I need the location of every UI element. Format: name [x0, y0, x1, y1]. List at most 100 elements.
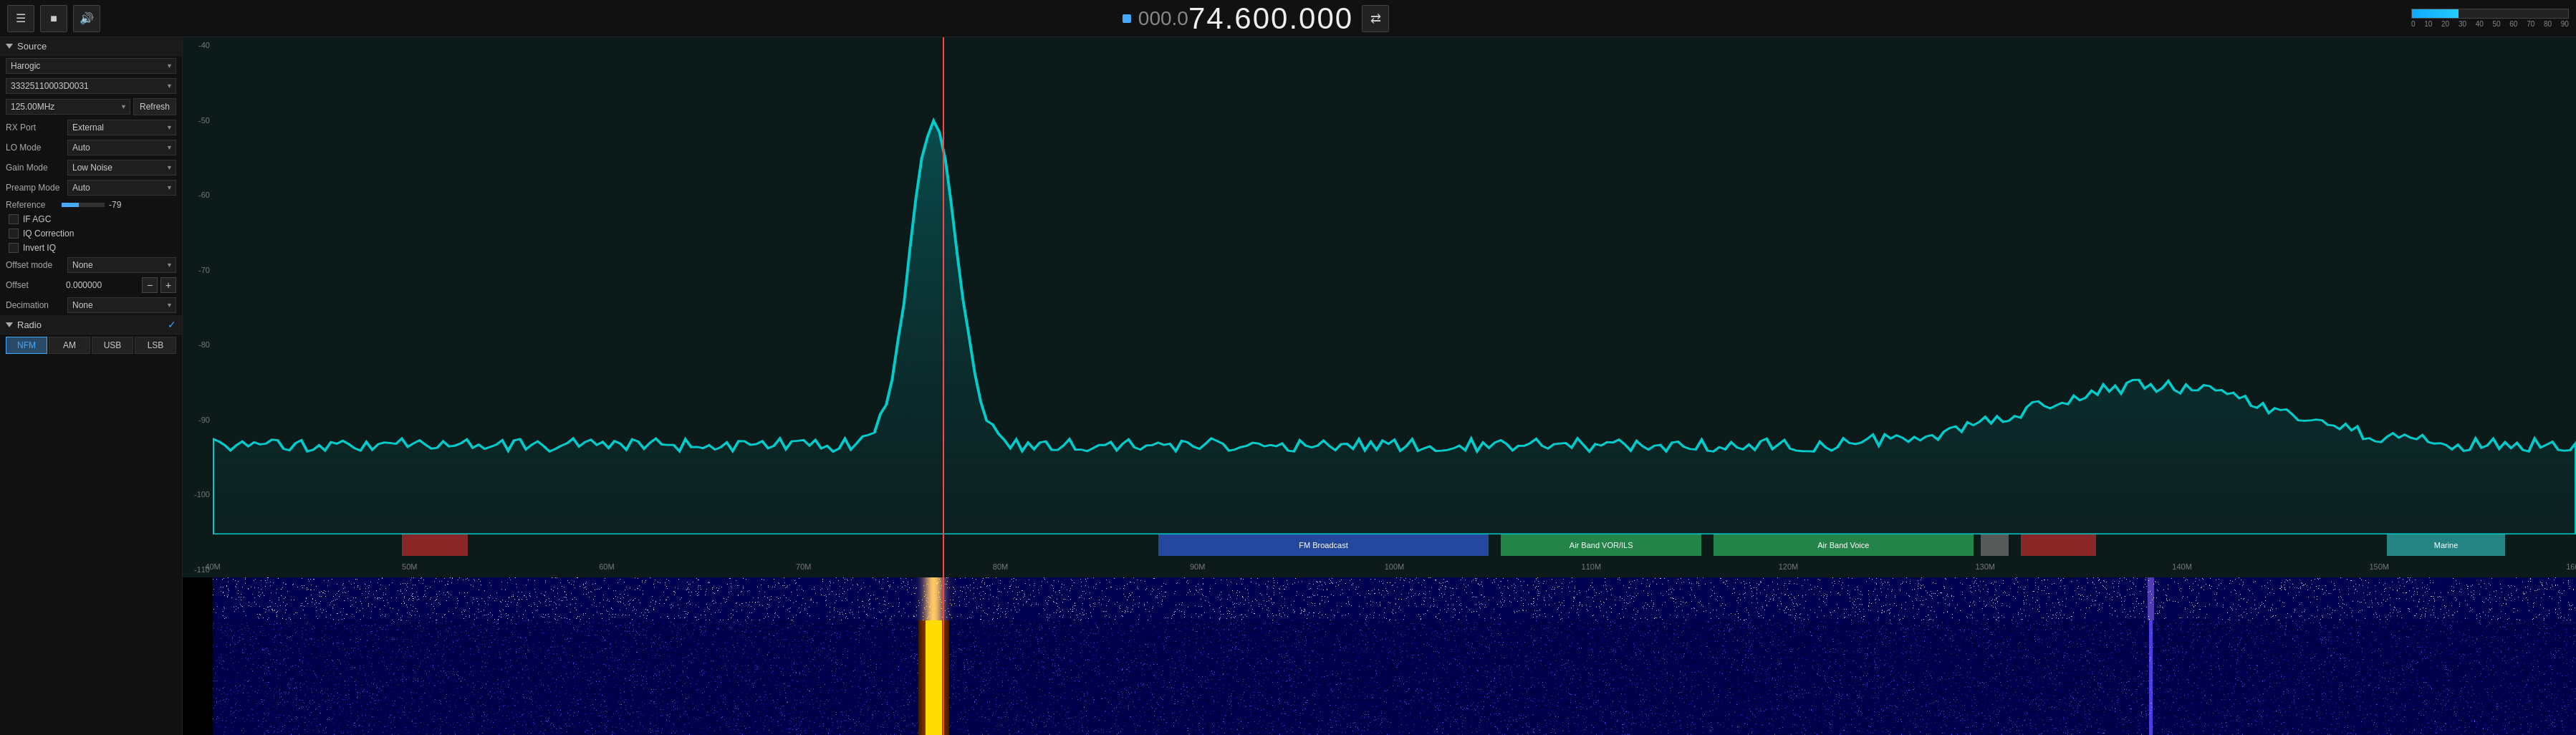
device-select[interactable]: Harogic: [6, 58, 176, 74]
mode-usb-button[interactable]: USB: [92, 337, 133, 354]
radio-collapse-icon: [6, 322, 13, 327]
iq-correction-row[interactable]: IQ Correction: [0, 226, 182, 241]
preamp-row: Preamp Mode Auto: [0, 178, 182, 198]
mode-nfm-button[interactable]: NFM: [6, 337, 47, 354]
band-air-vor-ils[interactable]: Air Band VOR/ILS: [1501, 534, 1701, 556]
source-section-header[interactable]: Source: [0, 37, 182, 56]
serial-row: 33325110003D0031: [0, 76, 182, 96]
x-label-150m: 150M: [2369, 562, 2389, 571]
gain-mode-label: Gain Mode: [6, 163, 63, 173]
x-label-120m: 120M: [1779, 562, 1799, 571]
snr-label-90: 90: [2561, 20, 2569, 28]
y-label-80: -80: [183, 340, 213, 349]
y-label-100: -100: [183, 490, 213, 499]
rx-port-select-wrapper[interactable]: External: [67, 120, 176, 135]
mode-lsb-button[interactable]: LSB: [135, 337, 176, 354]
x-label-100m: 100M: [1385, 562, 1405, 571]
serial-select[interactable]: 33325110003D0031: [6, 78, 176, 94]
snr-fill: [2412, 9, 2459, 18]
gain-mode-select[interactable]: Low Noise: [67, 160, 176, 176]
rx-port-label: RX Port: [6, 123, 63, 133]
offset-value: 0.000000: [66, 280, 139, 290]
spectrum-svg-container: [213, 37, 2576, 534]
band-marine[interactable]: Marine: [2387, 534, 2505, 556]
lo-mode-select[interactable]: Auto: [67, 140, 176, 155]
invert-iq-row[interactable]: Invert IQ: [0, 241, 182, 255]
snr-label-20: 20: [2441, 20, 2449, 28]
decimation-label: Decimation: [6, 300, 63, 310]
x-label-60m: 60M: [599, 562, 614, 571]
offset-mode-label: Offset mode: [6, 260, 63, 270]
offset-mode-row: Offset mode None: [0, 255, 182, 275]
waterfall-strip-2[interactable]: [183, 620, 2576, 735]
mode-am-button[interactable]: AM: [49, 337, 90, 354]
waterfall-tuner-line-1: [943, 577, 944, 620]
band-unknown-2[interactable]: [2021, 534, 2097, 556]
source-collapse-icon: [6, 44, 13, 49]
snr-label-70: 70: [2527, 20, 2534, 28]
y-label-50: -50: [183, 116, 213, 125]
snr-section: 0 10 20 30 40 50 60 70 80 90: [2411, 9, 2569, 28]
band-gray-1[interactable]: [1981, 534, 2009, 556]
if-agc-row[interactable]: IF AGC: [0, 212, 182, 226]
lo-mode-row: LO Mode Auto: [0, 138, 182, 158]
gain-mode-select-wrapper[interactable]: Low Noise: [67, 160, 176, 176]
x-label-90m: 90M: [1190, 562, 1205, 571]
reference-slider[interactable]: [62, 203, 105, 207]
freq-main[interactable]: 74.600.000: [1188, 1, 1353, 36]
freq-prefix: 000.0: [1138, 7, 1188, 30]
stop-button[interactable]: ■: [40, 5, 67, 32]
offset-plus-button[interactable]: +: [160, 277, 176, 293]
decimation-select[interactable]: None: [67, 297, 176, 313]
device-select-wrapper[interactable]: Harogic: [6, 58, 176, 74]
waterfall-strip-1[interactable]: [183, 577, 2576, 620]
invert-iq-checkbox[interactable]: [9, 243, 19, 253]
top-bar: ☰ ■ 🔊 000.0 74.600.000 ⇄ 0 10 20 30 40 5…: [0, 0, 2576, 37]
band-unknown-1[interactable]: [402, 534, 468, 556]
x-label-50m: 50M: [402, 562, 417, 571]
freq-row: 125.00MHz Refresh: [0, 96, 182, 117]
reference-label: Reference: [6, 200, 57, 210]
spectrum-panel[interactable]: -40 -50 -60 -70 -80 -90 -100 -110: [183, 37, 2576, 577]
reference-value: -79: [109, 200, 130, 210]
snr-label-60: 60: [2509, 20, 2517, 28]
x-label-40m: 40M: [205, 562, 220, 571]
preamp-select-wrapper[interactable]: Auto: [67, 180, 176, 196]
iq-correction-label: IQ Correction: [23, 229, 74, 239]
reference-row: Reference -79: [0, 198, 182, 212]
menu-button[interactable]: ☰: [7, 5, 34, 32]
audio-button[interactable]: 🔊: [73, 5, 100, 32]
band-air-voice[interactable]: Air Band Voice: [1714, 534, 1974, 556]
radio-section-header[interactable]: Radio ✓: [0, 315, 182, 335]
refresh-button[interactable]: Refresh: [133, 98, 176, 115]
lo-mode-select-wrapper[interactable]: Auto: [67, 140, 176, 155]
rx-port-row: RX Port External: [0, 117, 182, 138]
decimation-row: Decimation None: [0, 295, 182, 315]
spectrum-area: -40 -50 -60 -70 -80 -90 -100 -110: [183, 37, 2576, 735]
offset-mode-select-wrapper[interactable]: None: [67, 257, 176, 273]
y-label-70: -70: [183, 266, 213, 274]
snr-label-80: 80: [2544, 20, 2552, 28]
y-label-90: -90: [183, 415, 213, 424]
band-fm-broadcast[interactable]: FM Broadcast: [1158, 534, 1489, 556]
gain-mode-row: Gain Mode Low Noise: [0, 158, 182, 178]
main-content: Source Harogic 33325110003D0031 125.00MH…: [0, 37, 2576, 735]
freq-swap-button[interactable]: ⇄: [1362, 5, 1389, 32]
y-axis: -40 -50 -60 -70 -80 -90 -100 -110: [183, 37, 213, 577]
rx-port-select[interactable]: External: [67, 120, 176, 135]
freq-select[interactable]: 125.00MHz: [6, 99, 130, 115]
preamp-select[interactable]: Auto: [67, 180, 176, 196]
offset-minus-button[interactable]: −: [142, 277, 158, 293]
freq-select-wrapper[interactable]: 125.00MHz: [6, 99, 130, 115]
offset-mode-select[interactable]: None: [67, 257, 176, 273]
frequency-display: 000.0 74.600.000 ⇄: [100, 1, 2411, 36]
serial-select-wrapper[interactable]: 33325110003D0031: [6, 78, 176, 94]
decimation-select-wrapper[interactable]: None: [67, 297, 176, 313]
source-label: Source: [17, 41, 47, 52]
tuner-line: [943, 37, 944, 577]
snr-label-50: 50: [2493, 20, 2501, 28]
iq-correction-checkbox[interactable]: [9, 229, 19, 239]
left-panel: Source Harogic 33325110003D0031 125.00MH…: [0, 37, 183, 735]
if-agc-label: IF AGC: [23, 214, 51, 224]
if-agc-checkbox[interactable]: [9, 214, 19, 224]
